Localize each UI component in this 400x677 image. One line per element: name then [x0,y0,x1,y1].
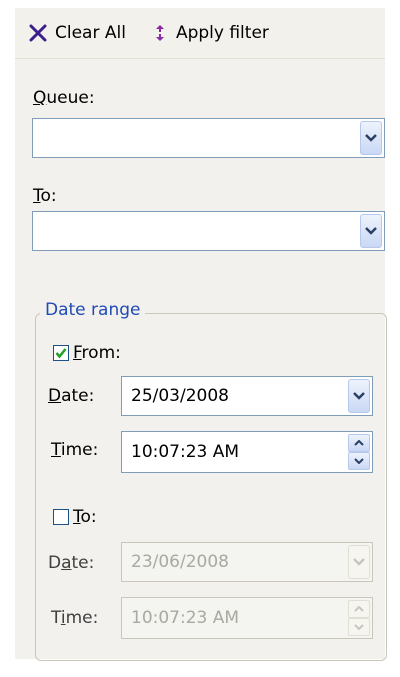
to-time-down-button[interactable] [348,618,370,636]
from-checkbox[interactable] [53,345,69,361]
from-label[interactable]: From: [73,343,121,363]
to-label: To: [33,186,57,206]
from-date-value: 25/03/2008 [131,386,229,406]
to-date-picker[interactable]: 23/06/2008 [121,542,373,582]
from-time-spinner[interactable]: 10:07:23 AM [121,431,373,473]
to-date-date-label-rest: te: [71,553,95,573]
date-range-title: Date range [40,300,146,320]
to-date-dropdown-button[interactable] [348,545,370,579]
from-label-key: F [73,343,82,363]
to-label-key: T [33,186,41,206]
to-date-checkbox[interactable] [53,509,69,525]
queue-label-rest: ueue: [46,88,95,108]
refresh-icon [155,25,164,41]
chevron-down-icon [354,458,364,464]
close-icon [29,24,47,42]
to-date-value: 23/06/2008 [131,552,229,572]
from-time-spin-buttons [348,434,370,470]
to-time-up-button[interactable] [348,600,370,618]
from-time-down-button[interactable] [348,452,370,470]
queue-dropdown-button[interactable] [360,121,382,155]
from-date-label-rest: ate: [61,386,95,406]
to-time-label: Time: [51,608,98,628]
chevron-down-icon [365,227,377,235]
from-time-label: Time: [51,440,98,460]
from-time-up-button[interactable] [348,434,370,452]
from-time-label-rest: ime: [60,440,99,460]
chevron-up-icon [354,606,364,612]
to-time-value: 10:07:23 AM [131,608,240,628]
chevron-down-icon [365,134,377,142]
to-date-label[interactable]: To: [73,507,97,527]
from-time-label-key: T [51,440,61,460]
chevron-down-icon [354,624,364,630]
to-date-label-key: T [73,507,81,527]
from-date-label-key: D [48,386,62,406]
queue-label-key: Q [33,88,47,108]
queue-label: Queue: [33,88,95,108]
to-time-label-pre: T [51,608,61,628]
from-date-picker[interactable]: 25/03/2008 [121,376,373,416]
chevron-down-icon [353,392,365,400]
to-dropdown-button[interactable] [360,214,382,248]
queue-combo[interactable] [32,118,385,158]
chevron-down-icon [353,558,365,566]
from-date-label: Date: [48,386,94,406]
clear-all-label: Clear All [55,23,126,43]
to-date-date-label-pre: D [48,553,62,573]
to-date-label-rest: o: [80,507,97,527]
to-time-spinner[interactable]: 10:07:23 AM [121,597,373,639]
from-date-dropdown-button[interactable] [348,379,370,413]
apply-filter-label: Apply filter [175,23,269,43]
filter-toolbar: Clear All Apply filter [15,8,385,59]
to-date-date-label: Date: [48,553,94,573]
chevron-up-icon [354,440,364,446]
to-combo[interactable] [32,211,385,251]
to-time-spin-buttons [348,600,370,636]
to-label-rest: o: [40,186,57,206]
to-date-date-label-key: a [61,553,72,573]
from-label-rest: rom: [81,343,121,363]
from-time-value: 10:07:23 AM [131,442,240,462]
to-time-label-rest: me: [65,608,99,628]
clear-all-button[interactable]: Clear All [29,23,126,43]
apply-filter-button[interactable]: Apply filter [152,23,269,43]
checkmark-icon [55,348,67,359]
